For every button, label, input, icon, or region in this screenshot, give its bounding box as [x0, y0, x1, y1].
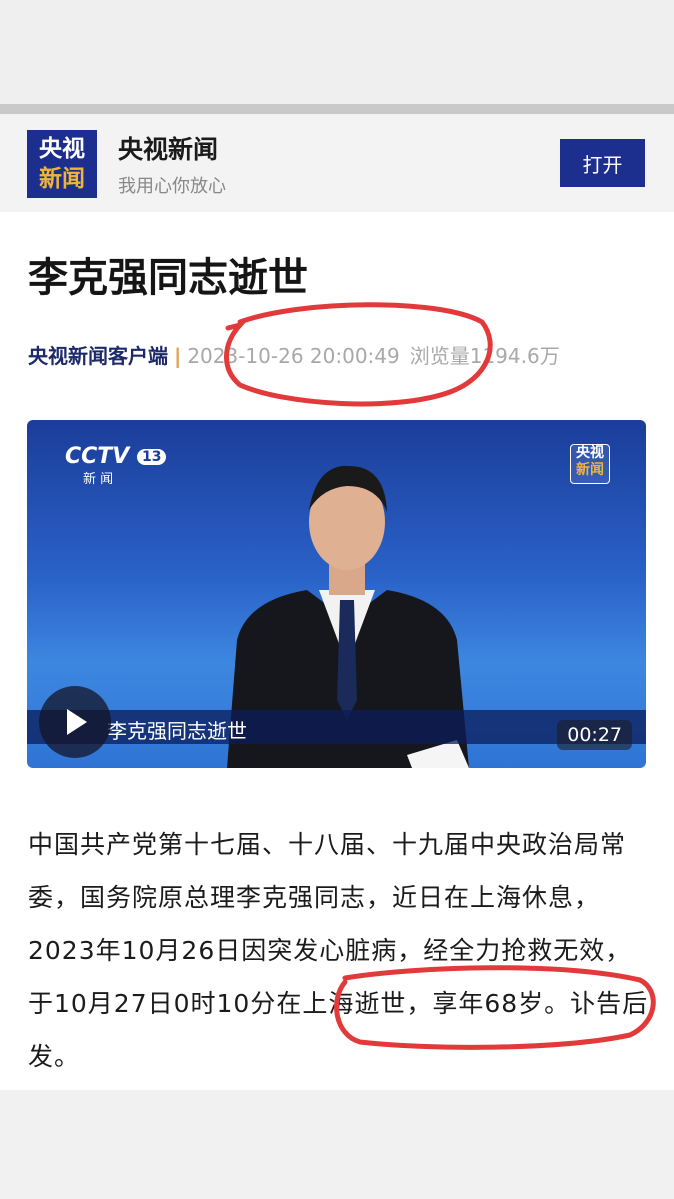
- status-area: [0, 0, 674, 104]
- video-duration: 00:27: [557, 720, 632, 750]
- cctv-logo-text: CCTV: [65, 444, 130, 469]
- app-logo: 央视 新闻: [27, 130, 97, 198]
- channel-sub: 新 闻: [83, 472, 114, 487]
- play-button[interactable]: [39, 686, 111, 758]
- bug-line1: 央视: [576, 445, 604, 461]
- footer-area: [0, 1090, 674, 1199]
- article-views: 浏览量1194.6万: [409, 344, 560, 368]
- article-body: 中国共产党第十七届、十八届、十九届中央政治局常委，国务院原总理李克强同志，近日在…: [28, 830, 649, 1071]
- open-app-button[interactable]: 打开: [560, 139, 645, 187]
- article-datetime: 2023-10-26 20:00:49: [187, 344, 400, 368]
- article-meta: 央视新闻客户端 | 2023-10-26 20:00:49 浏览量1194.6万: [28, 340, 560, 369]
- article-title: 李克强同志逝世: [28, 255, 308, 301]
- top-divider: [0, 104, 674, 114]
- logo-line1: 央视: [39, 136, 85, 162]
- article-source[interactable]: 央视新闻客户端: [28, 344, 168, 368]
- channel-number: 13: [137, 449, 167, 465]
- video-caption: 李克强同志逝世: [107, 719, 247, 743]
- app-slogan: 我用心你放心: [118, 176, 226, 197]
- app-banner: 央视 新闻 央视新闻 我用心你放心 打开: [0, 114, 674, 212]
- play-icon: [67, 709, 87, 735]
- bug-line2: 新闻: [576, 462, 604, 478]
- logo-line2: 新闻: [39, 166, 85, 192]
- video-player[interactable]: CCTV 13 新 闻 央视 新闻 李克强同志逝世 00:27: [27, 420, 646, 768]
- cctv-logo: CCTV 13: [65, 444, 167, 469]
- cctv-news-bug: 央视 新闻: [570, 444, 610, 484]
- meta-separator: |: [174, 344, 182, 368]
- app-name: 央视新闻: [118, 135, 219, 164]
